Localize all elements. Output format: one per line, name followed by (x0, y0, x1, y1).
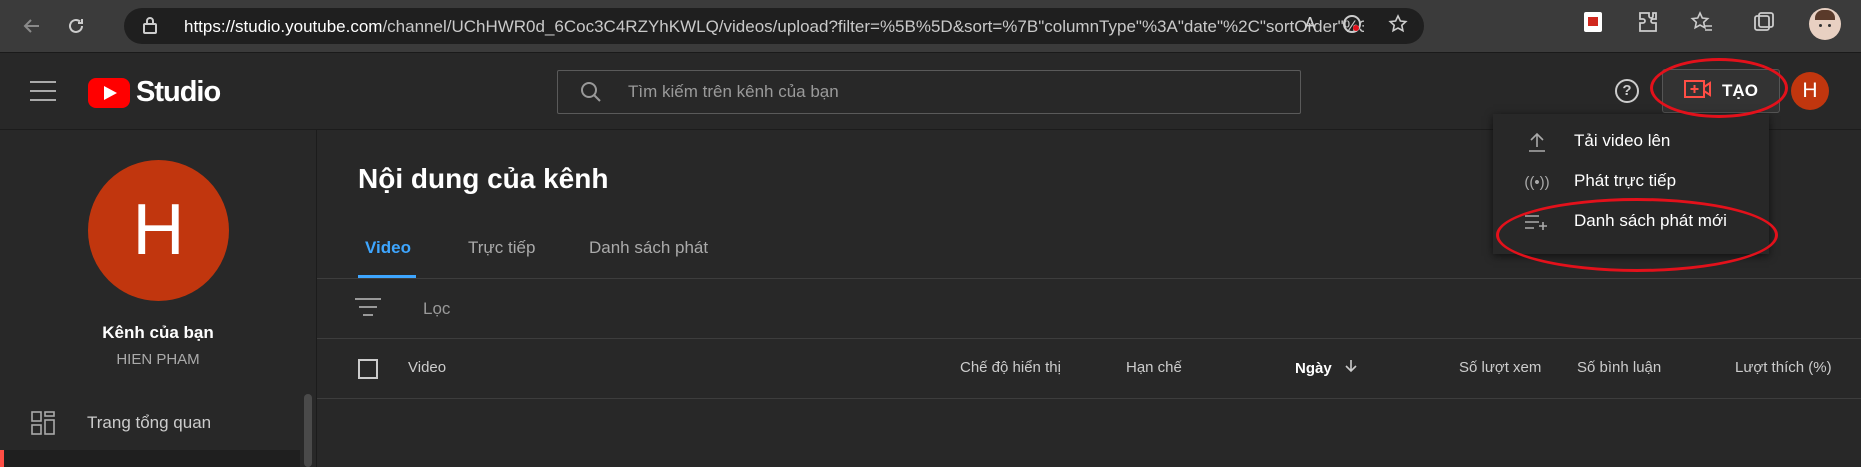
help-icon[interactable]: ? (1615, 79, 1639, 103)
filter-input[interactable]: Lọc (423, 299, 450, 319)
extension-palette-icon[interactable] (1342, 14, 1362, 39)
sort-down-icon (1344, 360, 1358, 377)
favorite-add-icon[interactable] (1388, 14, 1410, 39)
divider (317, 278, 1861, 279)
search-icon (580, 81, 602, 108)
studio-logo[interactable]: Studio (88, 76, 221, 109)
upload-icon (1523, 128, 1551, 156)
column-likes[interactable]: Lượt thích (%) (1735, 359, 1832, 376)
search-input[interactable]: Tìm kiếm trên kênh của bạn (557, 70, 1301, 114)
create-menu: Tải video lên ((•)) Phát trực tiếp Danh … (1493, 114, 1769, 254)
address-bar[interactable]: https://studio.youtube.com/channel/UChHW… (124, 8, 1424, 44)
profile-avatar-icon[interactable] (1809, 8, 1841, 40)
divider (317, 338, 1861, 339)
page-title: Nội dung của kênh (358, 163, 609, 194)
collections-icon[interactable] (1752, 10, 1776, 34)
read-aloud-icon[interactable]: A (1304, 14, 1316, 39)
column-restrictions[interactable]: Hạn chế (1126, 359, 1182, 376)
sidebar-item-dashboard[interactable]: Trang tổng quan (0, 400, 300, 444)
select-all-checkbox[interactable] (358, 359, 378, 379)
column-visibility[interactable]: Chế độ hiển thị (960, 359, 1061, 376)
youtube-play-icon (88, 77, 130, 108)
address-url: https://studio.youtube.com/channel/UChHW… (184, 17, 1364, 36)
create-button[interactable]: TẠO (1662, 69, 1780, 113)
extensions-icon[interactable] (1636, 10, 1660, 34)
filter-icon[interactable] (355, 298, 381, 322)
create-video-icon (1684, 79, 1712, 104)
menu-item-go-live[interactable]: ((•)) Phát trực tiếp (1493, 162, 1769, 202)
sidebar-item-content-active[interactable] (0, 450, 300, 467)
menu-item-new-playlist[interactable]: Danh sách phát mới (1493, 202, 1769, 242)
menu-icon[interactable] (30, 81, 56, 108)
tab-playlists[interactable]: Danh sách phát (589, 238, 708, 258)
column-views[interactable]: Số lượt xem (1459, 359, 1541, 376)
tab-live[interactable]: Trực tiếp (468, 238, 535, 258)
column-comments[interactable]: Số bình luận (1577, 359, 1661, 376)
account-avatar[interactable]: H (1791, 72, 1829, 110)
column-date[interactable]: Ngày (1295, 359, 1358, 377)
back-icon[interactable] (18, 12, 46, 40)
search-placeholder: Tìm kiếm trên kênh của bạn (628, 82, 839, 101)
browser-toolbar: https://studio.youtube.com/channel/UChHW… (0, 0, 1861, 53)
refresh-icon[interactable] (62, 12, 90, 40)
column-video: Video (408, 359, 447, 376)
channel-avatar[interactable]: H (88, 160, 229, 301)
playlist-add-icon (1523, 208, 1551, 236)
lock-icon (142, 16, 158, 39)
menu-item-upload-video[interactable]: Tải video lên (1493, 122, 1769, 162)
sidebar: H Kênh của bạn HIEN PHAM Trang tổng quan (0, 130, 317, 467)
channel-title: Kênh của bạn (102, 323, 214, 342)
channel-name: HIEN PHAM (116, 351, 200, 368)
extension-red-icon[interactable] (1582, 10, 1604, 34)
sidebar-scrollbar[interactable] (304, 394, 312, 467)
tab-video[interactable]: Video (365, 238, 411, 258)
favorites-icon[interactable] (1690, 10, 1714, 34)
live-icon: ((•)) (1524, 173, 1550, 191)
divider (317, 398, 1861, 399)
dashboard-icon (30, 410, 56, 441)
